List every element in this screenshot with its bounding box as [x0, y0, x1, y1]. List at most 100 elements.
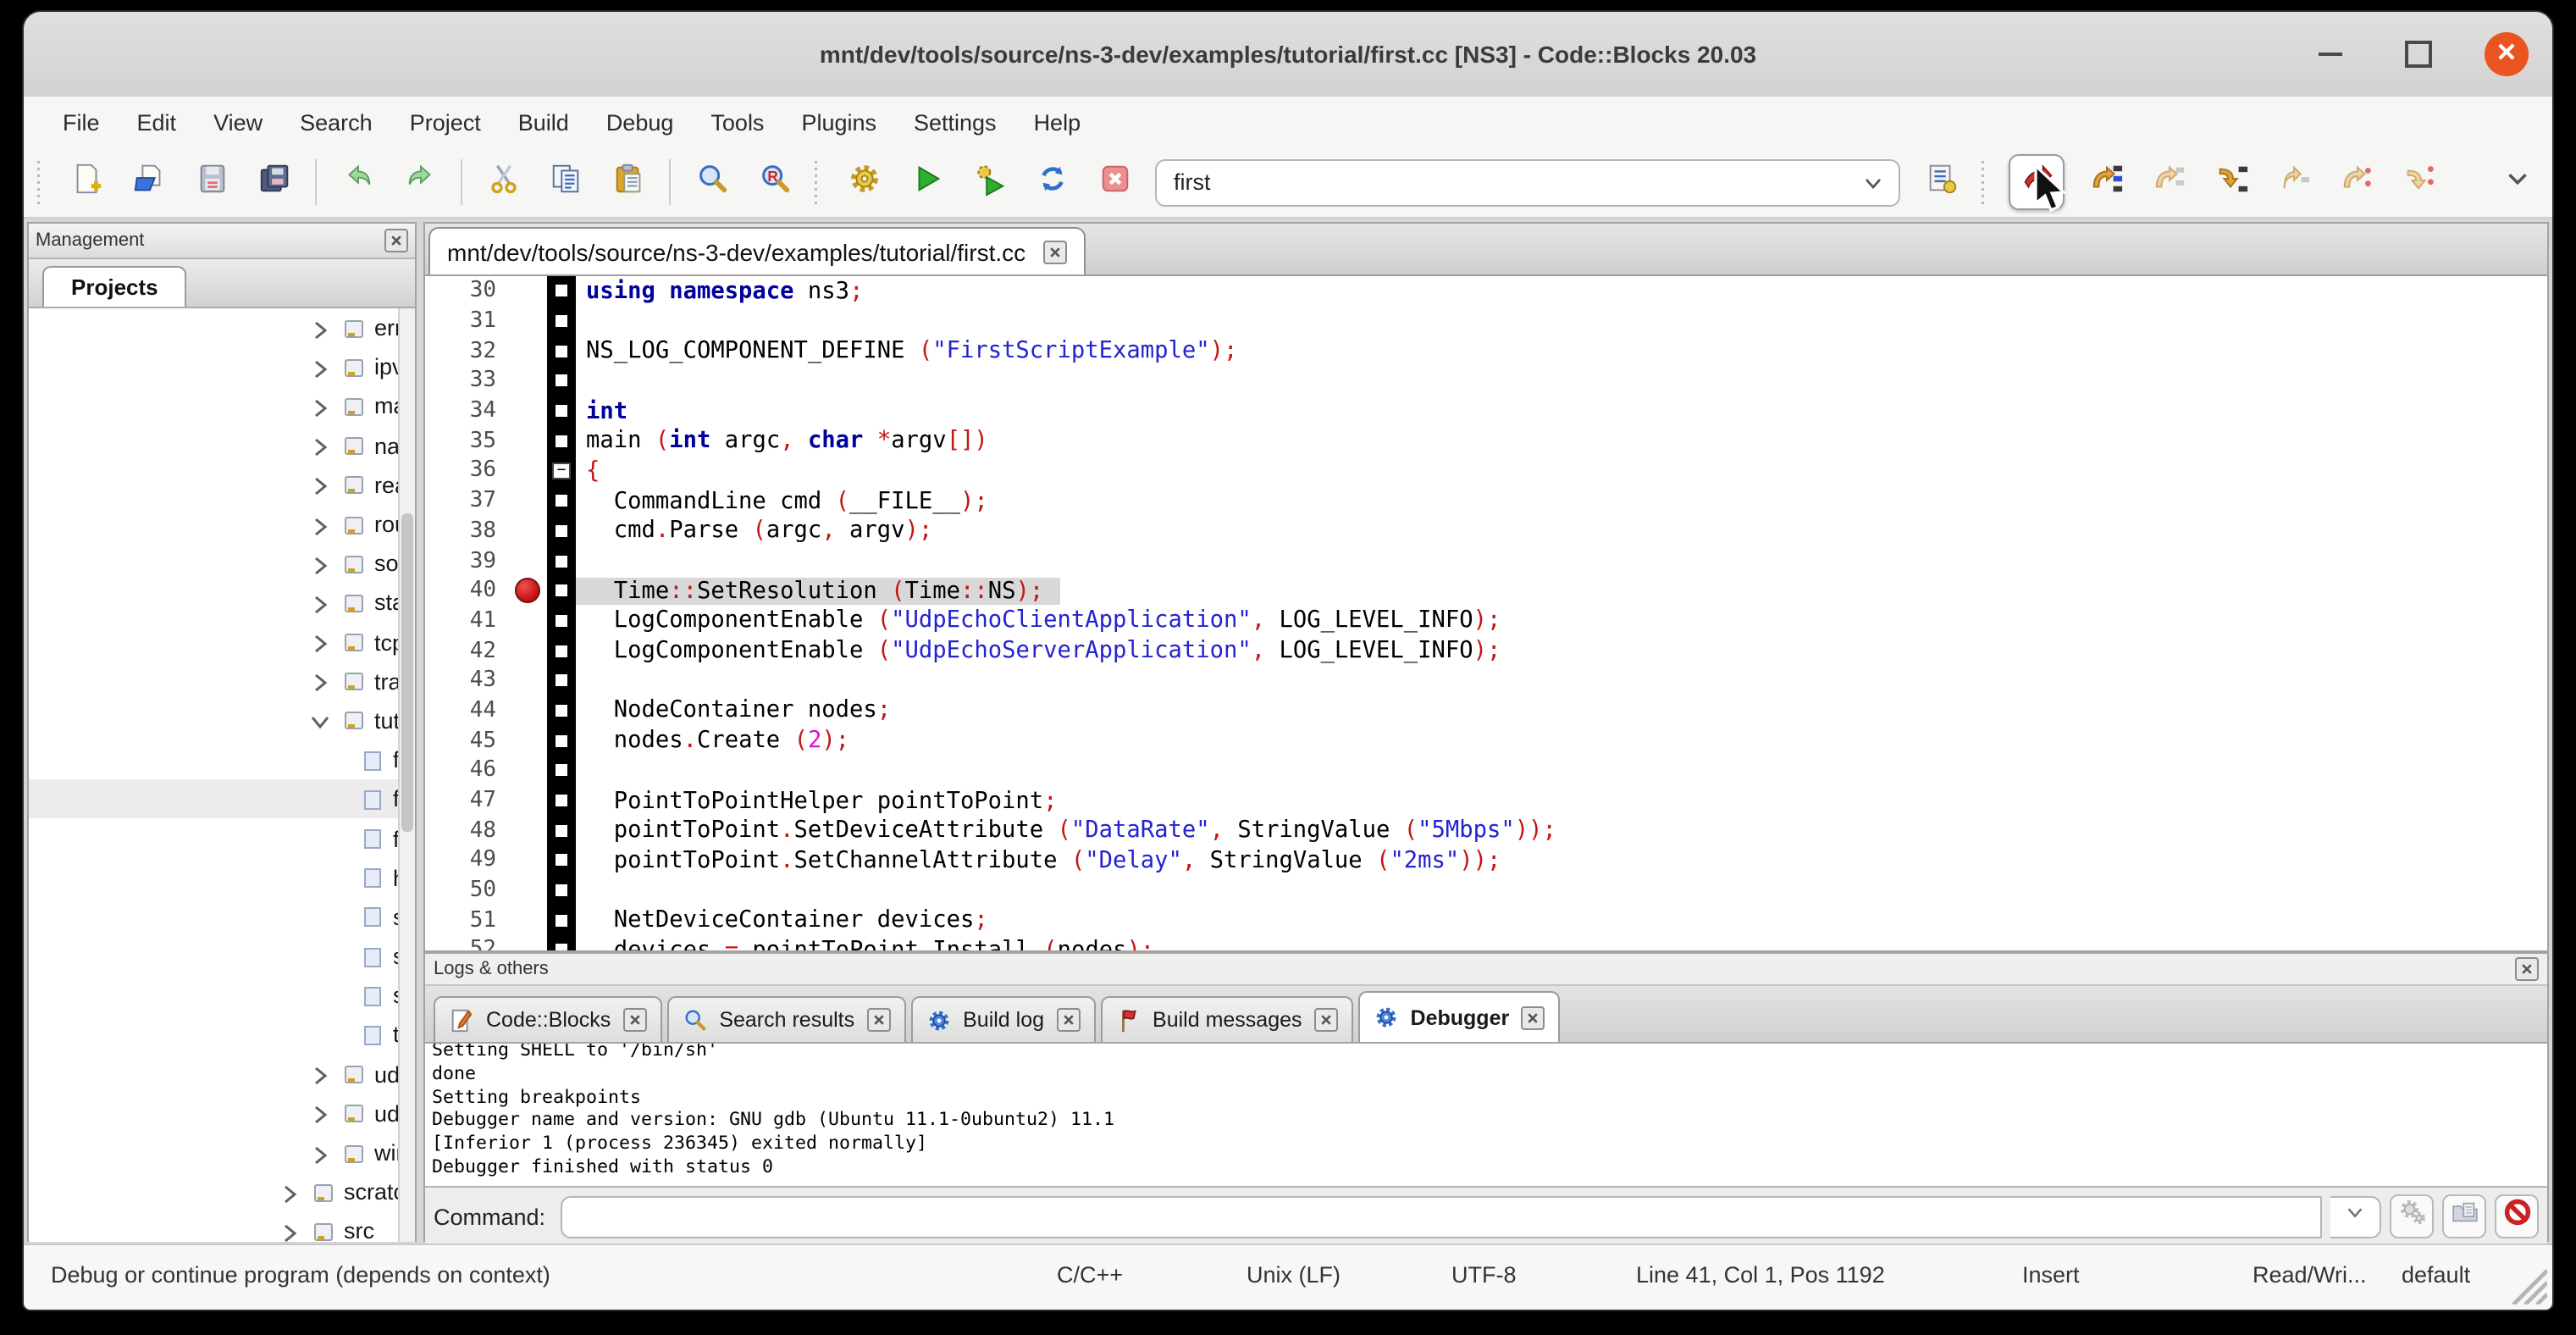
- fold-margin[interactable]: [547, 695, 576, 725]
- line-number[interactable]: 43: [425, 668, 510, 694]
- undo-button[interactable]: [335, 160, 379, 204]
- tree-item-rout[interactable]: rout: [29, 505, 415, 544]
- menu-help[interactable]: Help: [1015, 97, 1100, 147]
- menu-tools[interactable]: Tools: [692, 97, 782, 147]
- code-line-47[interactable]: 47 PointToPointHelper pointToPoint;: [425, 785, 2547, 815]
- code-line-44[interactable]: 44 NodeContainer nodes;: [425, 695, 2547, 725]
- chevron-right-icon[interactable]: [310, 357, 330, 378]
- menu-edit[interactable]: Edit: [119, 97, 196, 147]
- build-target-input[interactable]: [1170, 168, 1861, 197]
- fold-margin[interactable]: [547, 306, 576, 335]
- menu-project[interactable]: Project: [391, 97, 500, 147]
- code-line-48[interactable]: 48 pointToPoint.SetDeviceAttribute ("Dat…: [425, 816, 2547, 845]
- line-number[interactable]: 31: [425, 308, 510, 334]
- tree-item-fo[interactable]: fo: [29, 819, 415, 858]
- code-line-52[interactable]: 52 devices = pointToPoint.Install (nodes…: [425, 935, 2547, 952]
- breakpoint-margin[interactable]: [510, 876, 547, 906]
- code-line-45[interactable]: 45 nodes.Create (2);: [425, 726, 2547, 756]
- tree-item-th[interactable]: th: [29, 1016, 415, 1055]
- minimize-button[interactable]: [2308, 32, 2352, 76]
- menu-file[interactable]: File: [44, 97, 119, 147]
- fold-margin[interactable]: [547, 876, 576, 906]
- management-close-button[interactable]: [384, 229, 408, 252]
- tree-scrollbar-thumb[interactable]: [401, 513, 413, 831]
- breakpoint-margin[interactable]: [510, 606, 547, 635]
- rebuild-button[interactable]: [1030, 160, 1074, 204]
- log-tab-close-button[interactable]: [1056, 1008, 1080, 1032]
- code-line-41[interactable]: 41 LogComponentEnable ("UdpEchoClientApp…: [425, 606, 2547, 635]
- run-button[interactable]: [904, 160, 948, 204]
- breakpoint-margin[interactable]: [510, 845, 547, 875]
- fold-margin[interactable]: [547, 366, 576, 396]
- code-line-40[interactable]: 40 Time::SetResolution (Time::NS);: [425, 576, 2547, 606]
- chevron-right-icon[interactable]: [310, 1064, 330, 1084]
- tree-item-fir[interactable]: fir: [29, 780, 415, 819]
- code-line-33[interactable]: 33: [425, 366, 2547, 396]
- chevron-right-icon[interactable]: [310, 435, 330, 456]
- breakpoint-margin[interactable]: [510, 906, 547, 935]
- breakpoint-margin[interactable]: [510, 486, 547, 516]
- log-tab-search-results[interactable]: Search results: [666, 996, 905, 1042]
- debugger-output[interactable]: Setting SHELL to '/bin/sh'doneSetting br…: [425, 1044, 2547, 1188]
- fold-margin[interactable]: [547, 276, 576, 306]
- tree-item-tuto[interactable]: tuto: [29, 701, 415, 740]
- chevron-right-icon[interactable]: [310, 318, 330, 338]
- tree-item-erro[interactable]: erro: [29, 308, 415, 347]
- line-number[interactable]: 40: [425, 578, 510, 603]
- tree-scrollbar[interactable]: [398, 308, 415, 1242]
- line-number[interactable]: 37: [425, 488, 510, 513]
- chevron-down-icon[interactable]: [1861, 170, 1885, 194]
- breakpoint-margin[interactable]: [510, 516, 547, 546]
- chevron-right-icon[interactable]: [310, 1143, 330, 1163]
- tree-item-trafl[interactable]: trafl: [29, 662, 415, 701]
- menu-plugins[interactable]: Plugins: [782, 97, 895, 147]
- save-all-button[interactable]: [252, 160, 296, 204]
- code-area[interactable]: 30using namespace ns3;3132NS_LOG_COMPONE…: [425, 276, 2547, 952]
- code-line-46[interactable]: 46: [425, 756, 2547, 785]
- line-number[interactable]: 49: [425, 848, 510, 873]
- chevron-down-icon[interactable]: [310, 711, 330, 731]
- line-number[interactable]: 46: [425, 758, 510, 784]
- tree-item-ipv6[interactable]: ipv6: [29, 347, 415, 386]
- fold-margin[interactable]: [547, 726, 576, 756]
- chevron-right-icon[interactable]: [310, 553, 330, 573]
- code-line-43[interactable]: 43: [425, 666, 2547, 695]
- line-number[interactable]: 35: [425, 429, 510, 454]
- chevron-right-icon[interactable]: [310, 632, 330, 652]
- code-line-35[interactable]: 35main (int argc, char *argv[]): [425, 426, 2547, 456]
- editor-tab-close-button[interactable]: [1042, 240, 1066, 263]
- log-tab-close-button[interactable]: [866, 1008, 890, 1032]
- line-number[interactable]: 32: [425, 338, 510, 363]
- line-number[interactable]: 48: [425, 817, 510, 843]
- abort-build-button[interactable]: [1092, 160, 1136, 204]
- code-line-34[interactable]: 34int: [425, 396, 2547, 426]
- breakpoint-icon[interactable]: [515, 578, 540, 603]
- command-input[interactable]: [572, 1202, 2310, 1231]
- redo-button[interactable]: [398, 160, 442, 204]
- tree-item-src[interactable]: src: [29, 1212, 415, 1242]
- code-line-39[interactable]: 39: [425, 546, 2547, 575]
- breakpoint-margin[interactable]: [510, 576, 547, 606]
- chevron-right-icon[interactable]: [279, 1182, 300, 1202]
- breakpoint-margin[interactable]: [510, 306, 547, 335]
- fold-margin[interactable]: [547, 396, 576, 426]
- code-line-42[interactable]: 42 LogComponentEnable ("UdpEchoServerApp…: [425, 636, 2547, 666]
- copy-log-button[interactable]: [2442, 1194, 2486, 1238]
- fold-margin[interactable]: [547, 606, 576, 635]
- line-number[interactable]: 36: [425, 458, 510, 484]
- line-number[interactable]: 33: [425, 368, 510, 394]
- breakpoint-margin[interactable]: [510, 935, 547, 952]
- breakpoint-margin[interactable]: [510, 816, 547, 845]
- tree-item-tcp[interactable]: tcp: [29, 623, 415, 662]
- line-number[interactable]: 45: [425, 728, 510, 753]
- replace-button[interactable]: R: [752, 160, 796, 204]
- maximize-button[interactable]: [2396, 32, 2441, 76]
- tree-item-udp-[interactable]: udp-: [29, 1094, 415, 1133]
- breakpoint-margin[interactable]: [510, 546, 547, 575]
- code-line-32[interactable]: 32NS_LOG_COMPONENT_DEFINE ("FirstScriptE…: [425, 336, 2547, 366]
- fold-margin[interactable]: [547, 636, 576, 666]
- tree-item-mat[interactable]: mat: [29, 387, 415, 426]
- chevron-right-icon[interactable]: [310, 672, 330, 692]
- resize-grip[interactable]: [2510, 1267, 2547, 1305]
- chevron-right-icon[interactable]: [310, 514, 330, 535]
